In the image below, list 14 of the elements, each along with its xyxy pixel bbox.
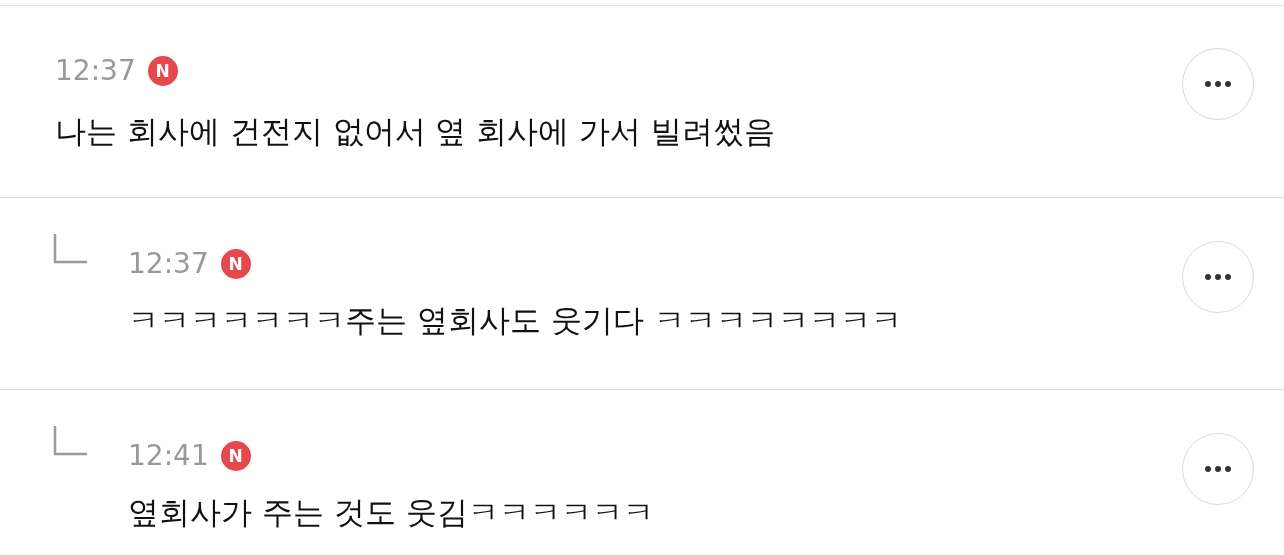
more-icon	[1205, 466, 1231, 472]
more-icon	[1205, 81, 1231, 87]
comment-text: 옆회사가 주는 것도 웃김ㅋㅋㅋㅋㅋㅋ	[128, 493, 655, 532]
comment-text: 나는 회사에 건전지 없어서 옆 회사에 가서 빌려썼음	[55, 112, 776, 151]
comment-time: 12:41	[128, 442, 209, 470]
reply-icon	[53, 426, 87, 456]
comment-time: 12:37	[128, 250, 209, 278]
new-badge: N	[220, 249, 251, 279]
more-icon	[1205, 274, 1231, 280]
new-badge: N	[220, 441, 251, 471]
comment-text: ㅋㅋㅋㅋㅋㅋㅋ주는 옆회사도 웃기다 ㅋㅋㅋㅋㅋㅋㅋㅋ	[128, 301, 903, 340]
reply-icon	[53, 234, 87, 264]
new-badge: N	[147, 56, 178, 86]
comment-time: 12:37	[55, 57, 136, 85]
